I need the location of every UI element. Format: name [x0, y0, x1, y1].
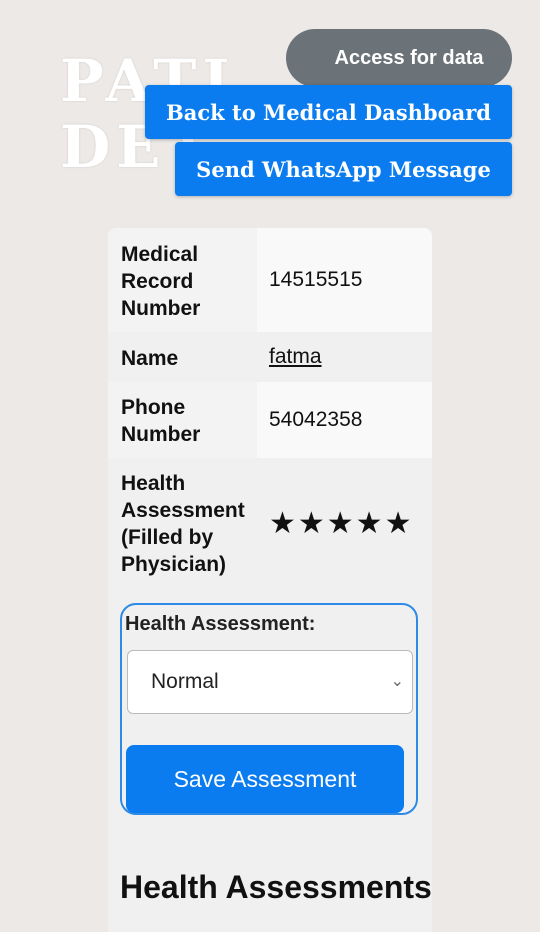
select-value: Normal [151, 670, 219, 693]
detail-label: Health Assessment (Filled by Physician) [121, 472, 245, 576]
save-assessment-button[interactable]: Save Assessment [126, 745, 404, 813]
section-title: Health Assessments [120, 869, 432, 905]
detail-label: Name [121, 346, 179, 370]
patient-details-card: Medical Record Number 14515515 Name fatm… [108, 228, 432, 932]
patient-name-link[interactable]: fatma [257, 332, 432, 382]
detail-row-phone: Phone Number 54042358 [108, 382, 432, 458]
detail-value: 54042358 [257, 382, 432, 458]
back-to-dashboard-button[interactable]: Back to Medical Dashboard [145, 85, 512, 139]
detail-label: Phone Number [108, 382, 257, 458]
detail-row-record-number: Medical Record Number 14515515 [108, 228, 432, 332]
detail-row-health-rating: Health Assessment (Filled by Physician) … [108, 458, 432, 588]
chevron-down-icon: ⌄ [390, 673, 404, 690]
rating-stars: ★★★★★ [269, 506, 414, 540]
detail-row-name: Name fatma [108, 332, 432, 382]
form-label: Health Assessment: [125, 613, 316, 635]
access-data-button[interactable]: Access for data [286, 29, 512, 87]
send-whatsapp-button[interactable]: Send WhatsApp Message [175, 142, 512, 196]
health-assessment-form: Health Assessment: Normal ⌄ Save Assessm… [120, 603, 418, 815]
detail-label: Medical Record Number [108, 228, 257, 332]
detail-value: 14515515 [257, 228, 432, 332]
health-assessment-select[interactable]: Normal ⌄ [127, 650, 413, 714]
